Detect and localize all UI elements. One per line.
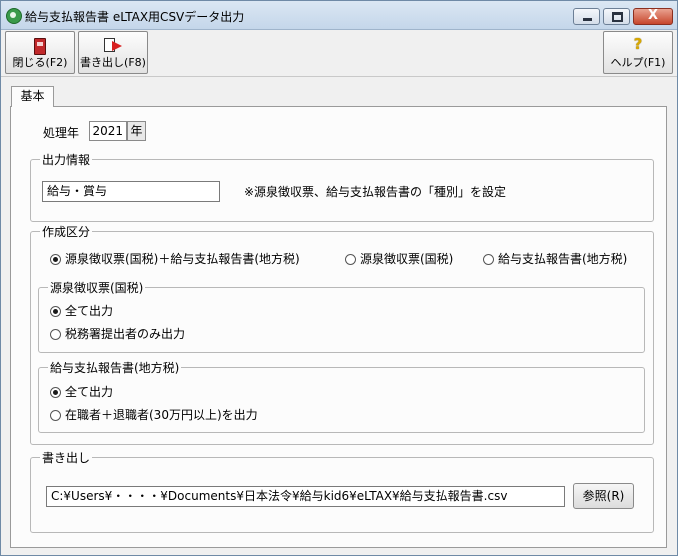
radio-selected-icon xyxy=(50,387,61,398)
salary-report-option-label: 在職者＋退職者(30万円以上)を出力 xyxy=(65,408,258,422)
creation-option-both[interactable]: 源泉徴収票(国税)＋給与支払報告書(地方税) xyxy=(50,250,300,267)
withholding-option-label: 税務署提出者のみ出力 xyxy=(65,327,186,341)
creation-legend: 作成区分 xyxy=(42,225,91,239)
creation-option-withholding[interactable]: 源泉徴収票(国税) xyxy=(345,250,453,267)
creation-option-salary-report[interactable]: 給与支払報告書(地方税) xyxy=(483,250,627,267)
minimize-button[interactable] xyxy=(573,8,600,25)
withholding-option-tax-office[interactable]: 税務署提出者のみ出力 xyxy=(50,325,185,342)
window-title: 給与支払報告書 eLTAX用CSVデータ出力 xyxy=(25,10,245,24)
close-button[interactable]: 閉じる(F2) xyxy=(5,31,75,74)
export-icon xyxy=(103,38,123,52)
maximize-icon xyxy=(612,12,623,22)
withholding-option-all[interactable]: 全て出力 xyxy=(50,302,113,319)
title-bar[interactable]: 給与支払報告書 eLTAX用CSVデータ出力 X xyxy=(1,1,677,30)
output-info-legend: 出力情報 xyxy=(42,153,91,167)
salary-report-option-employees[interactable]: 在職者＋退職者(30万円以上)を出力 xyxy=(50,406,258,423)
creation-option-label: 源泉徴収票(国税) xyxy=(360,252,454,266)
maximize-button[interactable] xyxy=(603,8,630,25)
radio-selected-icon xyxy=(50,306,61,317)
salary-report-option-label: 全て出力 xyxy=(65,385,114,399)
browse-button[interactable]: 参照(R) xyxy=(573,483,634,509)
help-button[interactable]: ? ヘルプ(F1) xyxy=(603,31,673,74)
year-unit: 年 xyxy=(127,121,146,141)
minimize-icon xyxy=(583,18,592,21)
tab-basic[interactable]: 基本 xyxy=(11,86,54,107)
radio-unselected-icon xyxy=(50,329,61,340)
salary-report-legend: 給与支払報告書(地方税) xyxy=(50,361,180,375)
close-icon: X xyxy=(647,8,659,23)
creation-option-label: 源泉徴収票(国税)＋給与支払報告書(地方税) xyxy=(65,252,300,266)
creation-option-label: 給与支払報告書(地方税) xyxy=(498,252,628,266)
withholding-option-label: 全て出力 xyxy=(65,304,114,318)
radio-unselected-icon xyxy=(345,254,356,265)
exit-door-icon xyxy=(34,38,46,55)
withholding-legend: 源泉徴収票(国税) xyxy=(50,281,144,295)
toolbar: 閉じる(F2) 書き出し(F8) ? ヘルプ(F1) xyxy=(1,30,677,77)
export-button[interactable]: 書き出し(F8) xyxy=(78,31,148,74)
app-icon xyxy=(6,8,22,24)
radio-unselected-icon xyxy=(50,410,61,421)
help-icon: ? xyxy=(633,35,643,53)
close-button-label: 閉じる(F2) xyxy=(12,56,68,69)
export-path-input[interactable]: C:¥Users¥・・・・¥Documents¥日本法令¥給与kid6¥eLTA… xyxy=(46,486,565,507)
radio-selected-icon xyxy=(50,254,61,265)
help-button-label: ヘルプ(F1) xyxy=(610,56,666,69)
radio-unselected-icon xyxy=(483,254,494,265)
export-button-label: 書き出し(F8) xyxy=(80,56,146,69)
year-label: 処理年 xyxy=(43,126,80,140)
salary-report-option-all[interactable]: 全て出力 xyxy=(50,383,113,400)
main-window: 給与支払報告書 eLTAX用CSVデータ出力 X 閉じる(F2) 書き出し(F8… xyxy=(0,0,678,556)
export-legend: 書き出し xyxy=(42,451,91,465)
window-close-button[interactable]: X xyxy=(633,8,673,25)
output-type-input[interactable]: 給与・賞与 xyxy=(42,181,220,202)
output-info-note: ※源泉徴収票、給与支払報告書の「種別」を設定 xyxy=(244,185,507,199)
year-input[interactable]: 2021 xyxy=(89,121,127,141)
